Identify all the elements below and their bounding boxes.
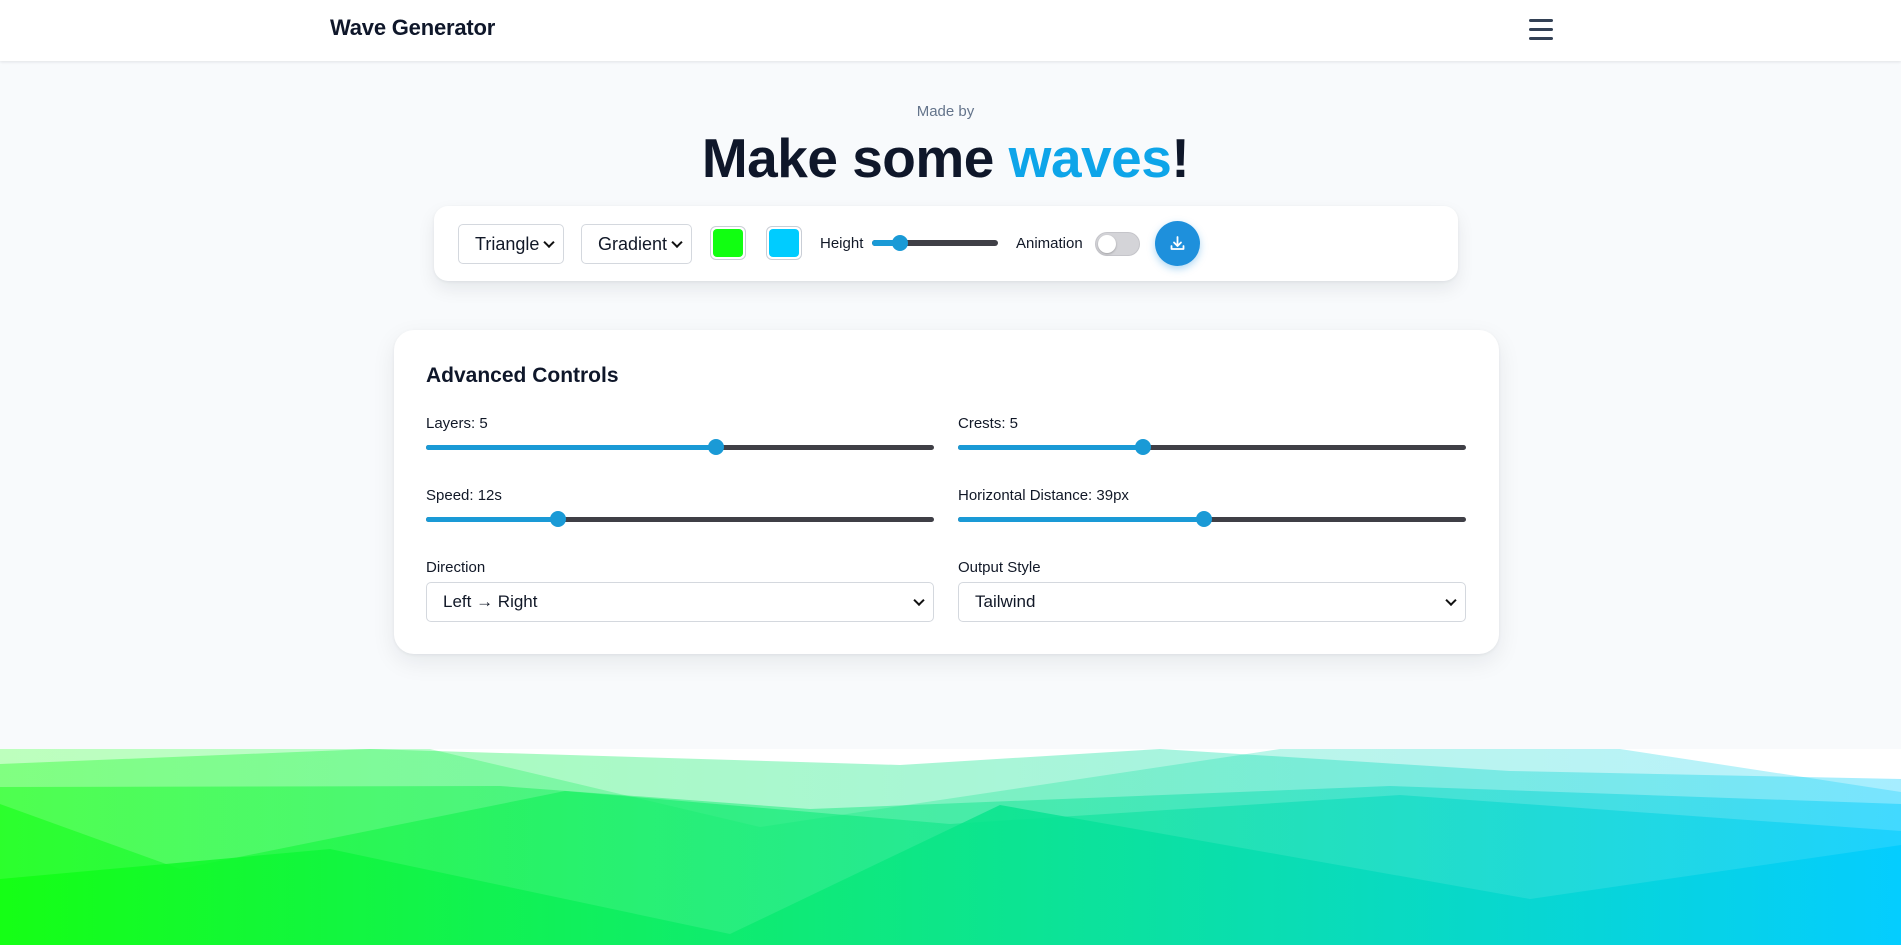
height-slider[interactable] [872,234,998,252]
download-icon [1170,236,1185,250]
advanced-controls-panel: Advanced Controls Layers: 5 Crests: 5 Sp… [394,330,1499,654]
advanced-controls-title: Advanced Controls [426,364,619,387]
shape-select-value: Triangle [475,233,540,254]
menu-line [1529,19,1553,22]
slider-fill [426,517,559,522]
output-style-label: Output Style [958,559,1041,576]
slider-thumb[interactable] [707,439,724,455]
menu-line [1529,28,1553,31]
page-headline: Make some waves! [0,126,1891,190]
made-by-text: Made by [916,103,975,120]
chevron-down-icon [671,236,683,249]
slider-thumb[interactable] [550,511,567,527]
toggle-knob [1098,235,1116,253]
top-navbar: Wave Generator [0,0,1901,61]
color-swatch-start [713,229,743,257]
horizontal-distance-slider[interactable] [958,510,1466,528]
download-button[interactable] [1155,221,1200,266]
direction-select[interactable]: Left → Right [426,582,934,622]
wave-toolbar: Triangle Gradient Height Animation [434,206,1458,281]
slider-fill [426,445,716,450]
slider-thumb[interactable] [1135,439,1152,455]
slider-fill [958,445,1144,450]
animation-toggle[interactable] [1095,232,1140,256]
color-swatch-end [769,229,799,257]
speed-label: Speed: 12s [426,487,502,504]
chevron-down-icon [913,594,925,607]
slider-fill [958,517,1205,522]
headline-end: ! [1171,127,1190,189]
shape-select[interactable]: Triangle [458,224,564,264]
slider-thumb[interactable] [891,235,908,251]
direction-select-value: Left → Right [443,592,538,611]
color-picker-start[interactable] [710,226,746,260]
direction-label: Direction [426,559,486,576]
layers-label: Layers: 5 [426,415,488,432]
fill-select-value: Gradient [598,233,668,254]
crests-slider[interactable] [958,438,1466,456]
slider-thumb[interactable] [1196,511,1213,527]
wave-preview-svg [0,749,1901,945]
layers-slider[interactable] [426,438,934,456]
crests-label: Crests: 5 [958,415,1019,432]
chevron-down-icon [543,236,555,249]
fill-select[interactable]: Gradient [581,224,692,264]
chevron-down-icon [1445,594,1457,607]
output-style-select-value: Tailwind [975,592,1036,611]
hamburger-menu-icon[interactable] [1528,16,1554,42]
height-label: Height [820,235,864,252]
output-style-select[interactable]: Tailwind [958,582,1466,622]
horizontal-distance-label: Horizontal Distance: 39px [958,487,1129,504]
headline-accent: waves [1008,127,1172,189]
menu-line [1529,37,1553,40]
speed-slider[interactable] [426,510,934,528]
wave-preview [0,749,1901,945]
animation-label: Animation [1016,235,1083,252]
brand-title[interactable]: Wave Generator [330,15,495,41]
color-picker-end[interactable] [766,226,802,260]
headline-text: Make some [701,127,1009,189]
